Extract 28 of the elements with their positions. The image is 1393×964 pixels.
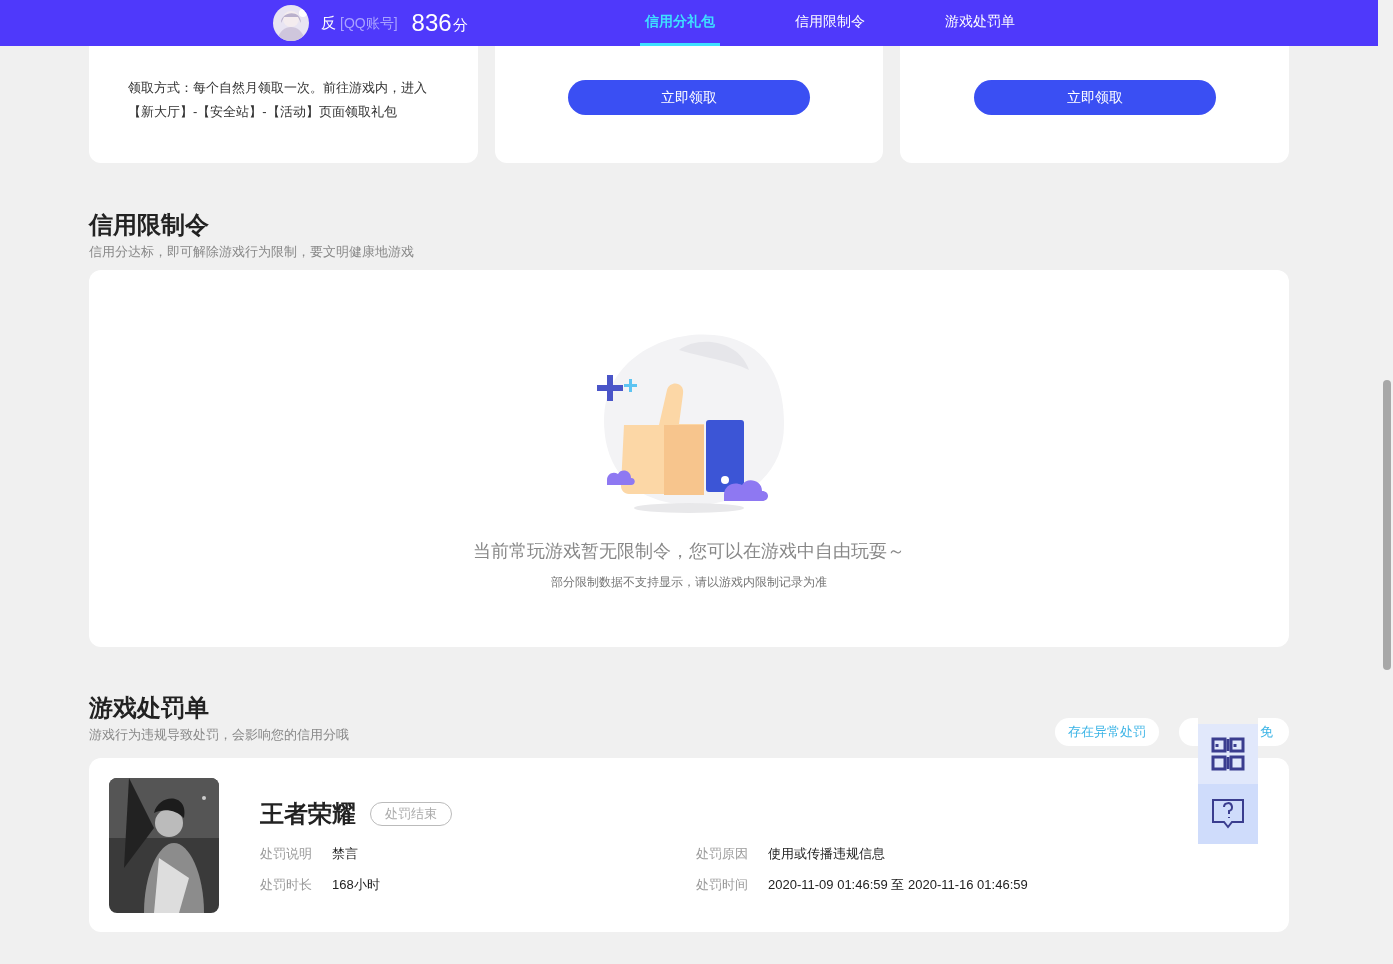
section-subtitle: 游戏行为违规导致处罚，会影响您的信用分哦	[89, 726, 349, 744]
field-value: 168小时	[332, 875, 380, 894]
help-chat-icon[interactable]	[1211, 798, 1245, 830]
credit-score: 836	[411, 8, 452, 38]
game-title: 王者荣耀	[260, 798, 356, 829]
empty-state-message: 当前常玩游戏暂无限制令，您可以在游戏中自由玩耍～	[473, 540, 905, 563]
section-title: 游戏处罚单	[89, 693, 210, 723]
section-subtitle: 信用分达标，即可解除游戏行为限制，要文明健康地游戏	[89, 243, 415, 261]
nav-tab[interactable]: 游戏处罚单	[940, 0, 1020, 46]
field-value: 2020-11-09 01:46:59 至 2020-11-16 01:46:59	[768, 875, 1028, 894]
field-value: 使用或传播违规信息	[768, 844, 885, 863]
field-label: 处罚时间	[696, 875, 749, 894]
empty-state-note: 部分限制数据不支持显示，请以游戏内限制记录为准	[551, 574, 827, 591]
field-label: 处罚时长	[260, 875, 313, 894]
claim-button[interactable]: 立即领取	[973, 80, 1216, 115]
nav-tab[interactable]: 信用限制令	[790, 0, 870, 46]
section-title: 信用限制令	[89, 210, 210, 240]
field-label: 处罚说明	[260, 844, 313, 863]
scrollbar-thumb[interactable]	[1383, 380, 1391, 670]
claim-instructions: 领取方式：每个自然月领取一次。前往游戏内，进入【新大厅】-【安全站】-【活动】页面领取礼包	[128, 79, 428, 121]
claim-button[interactable]: 立即领取	[568, 80, 810, 115]
qr-code-icon[interactable]	[1211, 737, 1245, 771]
pill-edge	[1179, 718, 1198, 746]
field-label: 处罚原因	[696, 844, 749, 863]
account-label: [QQ账号]	[340, 13, 398, 33]
user-name: 反	[321, 12, 336, 33]
field-value: 禁言	[332, 844, 358, 863]
score-unit: 分	[452, 14, 468, 35]
